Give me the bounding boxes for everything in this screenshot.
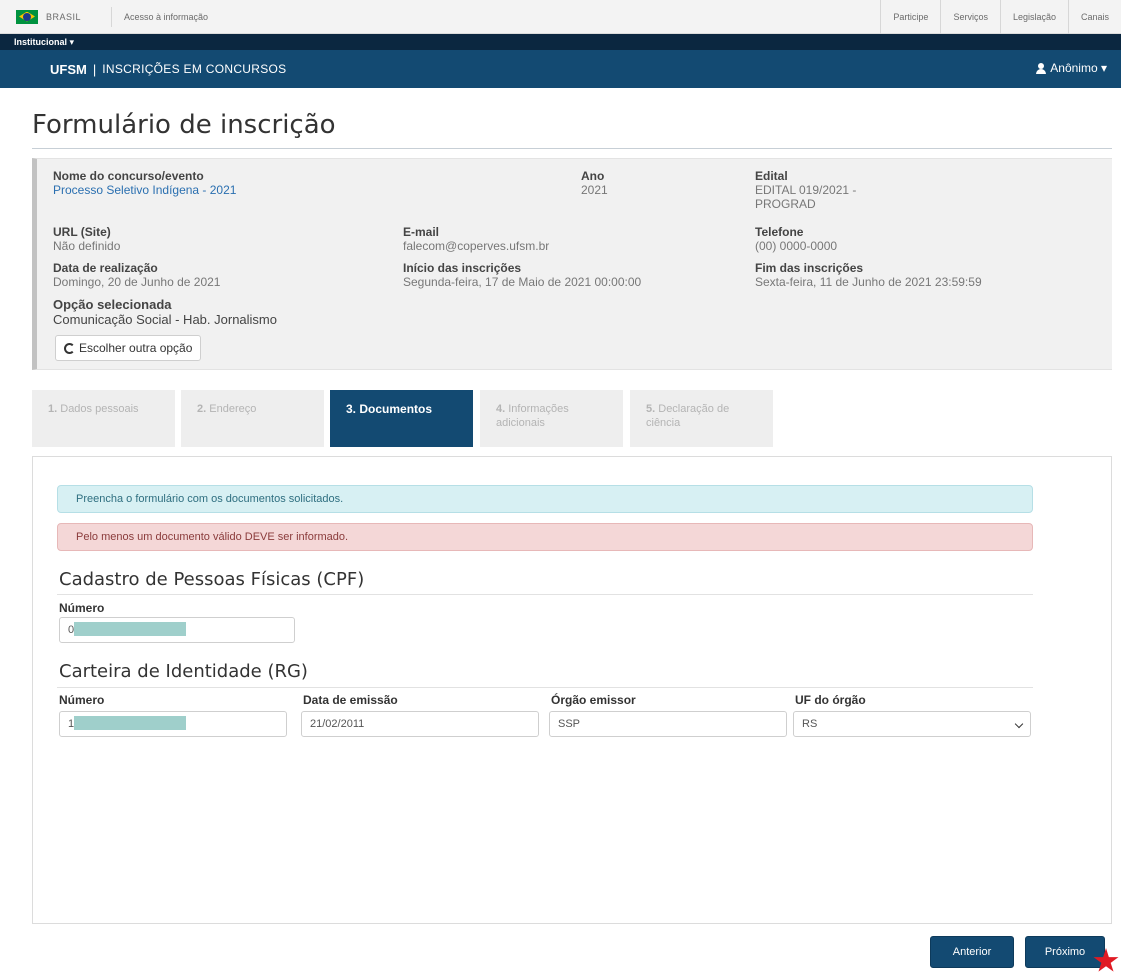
cpf-section-divider [57,594,1033,595]
brazil-flag-icon [16,9,38,24]
previous-button[interactable]: Anterior [930,936,1014,968]
gov-link-servicos[interactable]: Serviços [940,0,1000,34]
next-button[interactable]: Próximo [1025,936,1105,968]
tab-dados-pessoais[interactable]: 1. Dados pessoais [32,390,175,447]
tab-endereco[interactable]: 2. Endereço [181,390,324,447]
field-fim: Fim das inscrições Sexta-feira, 11 de Ju… [755,261,982,289]
tab-number: 5. [646,403,656,415]
gov-divider [111,6,113,27]
tab-number: 2. [197,403,207,415]
field-data: Data de realização Domingo, 20 de Junho … [53,261,220,289]
gov-link-canais[interactable]: Canais [1067,0,1121,34]
user-name: Anônimo ▾ [1050,61,1107,75]
choose-other-option-button[interactable]: Escolher outra opção [55,335,202,361]
choose-other-option-label: Escolher outra opção [79,341,193,355]
tab-number: 4. [496,403,506,415]
tab-informacoes-adicionais[interactable]: 4. Informações adicionais [480,390,623,447]
documents-form-panel: Preencha o formulário com os documentos … [32,456,1112,924]
gov-links: Participe Serviços Legislação Canais [880,0,1121,34]
rg-orgao-label: Órgão emissor [551,693,636,707]
gov-bar: BRASIL Acesso à informação Participe Ser… [0,0,1121,34]
nome-link[interactable]: Processo Seletivo Indígena - 2021 [53,183,236,197]
opcao-value: Comunicação Social - Hab. Jornalismo [53,312,277,327]
user-menu[interactable]: Anônimo ▾ [1036,61,1107,75]
field-edital: Edital EDITAL 019/2021 - PROGRAD [755,169,856,211]
brand-subtitle[interactable]: INSCRIÇÕES EM CONCURSOS [102,62,286,76]
field-email: E-mail falecom@coperves.ufsm.br [403,225,549,253]
cpf-numero-input[interactable]: 0 [59,617,295,643]
rg-uf-select[interactable]: RS [793,711,1031,737]
inicio-label: Início das inscrições [403,261,522,275]
data-label: Data de realização [53,261,158,275]
rg-section-title: Carteira de Identidade (RG) [59,661,308,682]
opcao-label: Opção selecionada [53,297,172,312]
ufsm-brand[interactable]: UFSM [50,62,87,77]
rg-uf-value: RS [802,718,818,730]
error-alert: Pelo menos um documento válido DEVE ser … [57,523,1033,551]
rg-numero-label: Número [59,693,105,707]
fim-value: Sexta-feira, 11 de Junho de 2021 23:59:5… [755,275,982,289]
rg-uf-label: UF do órgão [795,693,866,707]
contest-info-panel: Nome do concurso/evento Processo Seletiv… [32,158,1112,370]
telefone-value: (00) 0000-0000 [755,239,838,253]
tab-label: Documentos [359,402,433,416]
nome-label: Nome do concurso/evento [53,169,204,183]
cpf-numero-label: Número [59,601,105,615]
gov-link-participe[interactable]: Participe [880,0,940,34]
inicio-value: Segunda-feira, 17 de Maio de 2021 00:00:… [403,275,642,289]
ano-label: Ano [581,169,605,183]
field-nome: Nome do concurso/evento Processo Seletiv… [53,169,236,197]
tab-label: Declaração de ciência [646,403,730,429]
field-ano: Ano 2021 [581,169,608,197]
ano-value: 2021 [581,183,608,197]
title-divider [32,148,1112,149]
chevron-down-icon [1014,719,1024,729]
edital-value-line2: PROGRAD [755,197,816,211]
rg-section-divider [57,687,1033,688]
user-icon [1036,62,1047,74]
email-label: E-mail [403,225,440,239]
edital-value-line1: EDITAL 019/2021 - [755,183,857,197]
tab-number: 3. [346,402,357,416]
main-navbar: UFSM | INSCRIÇÕES EM CONCURSOS Anônimo ▾ [0,50,1121,88]
tab-number: 1. [48,403,58,415]
edital-label: Edital [755,169,788,183]
tab-declaracao-ciencia[interactable]: 5. Declaração de ciência [630,390,773,447]
field-url: URL (Site) Não definido [53,225,120,253]
gov-link-legislacao[interactable]: Legislação [999,0,1068,34]
telefone-label: Telefone [755,225,804,239]
redaction-mask [74,716,187,731]
data-value: Domingo, 20 de Junho de 2021 [53,275,221,289]
tab-label: Endereço [209,403,257,415]
gov-brasil-link[interactable]: BRASIL [46,12,81,22]
rg-numero-input[interactable]: 1 [59,711,287,737]
acesso-informacao-link[interactable]: Acesso à informação [124,12,208,22]
info-alert: Preencha o formulário com os documentos … [57,485,1033,513]
rg-data-emissao-input[interactable]: 21/02/2011 [301,711,539,737]
institutional-menu[interactable]: Institucional ▾ [0,34,1121,50]
rg-orgao-emissor-input[interactable]: SSP [549,711,787,737]
brand-separator: | [92,61,97,77]
field-inicio: Início das inscrições Segunda-feira, 17 … [403,261,641,289]
url-value: Não definido [53,239,121,253]
tab-label: Informações adicionais [496,403,569,429]
fim-label: Fim das inscrições [755,261,864,275]
page-title: Formulário de inscrição [32,110,336,140]
tab-documentos[interactable]: 3. Documentos [330,390,473,447]
field-telefone: Telefone (00) 0000-0000 [755,225,837,253]
refresh-icon [64,342,75,354]
email-value: falecom@coperves.ufsm.br [403,239,550,253]
url-label: URL (Site) [53,225,111,239]
rg-data-label: Data de emissão [303,693,398,707]
redaction-mask [74,622,187,637]
cpf-section-title: Cadastro de Pessoas Físicas (CPF) [59,569,365,590]
field-opcao: Opção selecionada Comunicação Social - H… [53,297,277,327]
tab-label: Dados pessoais [60,403,139,415]
